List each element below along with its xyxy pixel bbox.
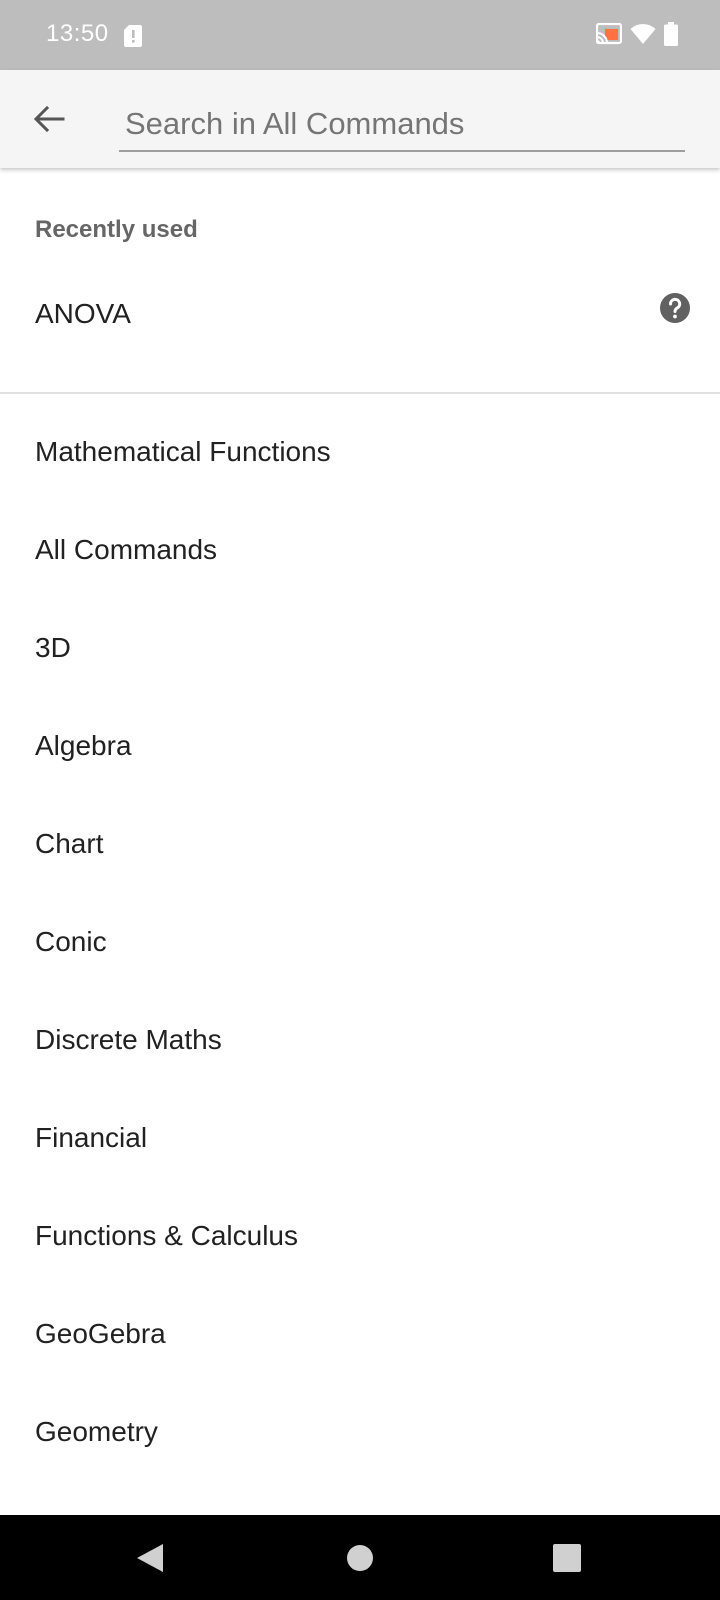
category-label: All Commands <box>35 534 218 565</box>
cast-icon <box>595 22 623 50</box>
category-label: GeoGebra <box>35 1318 166 1349</box>
category-list: Mathematical Functions All Commands 3D A… <box>0 394 720 1472</box>
category-item-geometry[interactable]: Geometry <box>0 1374 720 1472</box>
category-label: Financial <box>35 1122 148 1153</box>
wifi-icon <box>630 23 656 50</box>
category-item-functions-calculus[interactable]: Functions & Calculus <box>0 1178 720 1276</box>
status-icons <box>588 22 678 51</box>
battery-icon <box>664 22 678 51</box>
search-toolbar <box>0 70 720 168</box>
system-nav-bar <box>0 1515 720 1600</box>
category-item-algebra[interactable]: Algebra <box>0 688 720 786</box>
category-label: Chart <box>35 828 104 859</box>
category-label: Functions & Calculus <box>35 1220 299 1251</box>
recently-used-header: Recently used <box>35 216 198 243</box>
status-time: 13:50 <box>46 20 109 47</box>
nav-back-button[interactable] <box>100 1515 200 1600</box>
category-label: Discrete Maths <box>35 1024 222 1055</box>
nav-recents-icon <box>553 1543 581 1572</box>
nav-home-button[interactable] <box>310 1515 410 1600</box>
nav-back-icon <box>137 1543 163 1572</box>
arrow-left-icon <box>33 105 65 133</box>
recent-item-anova[interactable]: ANOVA <box>0 264 720 362</box>
category-item-discrete-maths[interactable]: Discrete Maths <box>0 982 720 1080</box>
category-label: Mathematical Functions <box>35 436 331 467</box>
nav-recents-button[interactable] <box>517 1515 617 1600</box>
status-bar: 13:50 <box>0 0 720 70</box>
category-item-3d[interactable]: 3D <box>0 590 720 688</box>
category-label: Geometry <box>35 1416 158 1447</box>
nav-home-icon <box>347 1544 373 1571</box>
category-item-geogebra[interactable]: GeoGebra <box>0 1276 720 1374</box>
sd-card-alert-icon <box>124 25 142 47</box>
category-label: Algebra <box>35 730 132 761</box>
category-label: Conic <box>35 926 107 957</box>
recent-item-label: ANOVA <box>35 298 131 329</box>
back-button[interactable] <box>24 94 74 144</box>
category-label: 3D <box>35 632 71 663</box>
search-input[interactable] <box>119 100 685 152</box>
category-item-all-commands[interactable]: All Commands <box>0 492 720 590</box>
category-item-financial[interactable]: Financial <box>0 1080 720 1178</box>
category-item-conic[interactable]: Conic <box>0 884 720 982</box>
category-item-chart[interactable]: Chart <box>0 786 720 884</box>
category-item-mathematical-functions[interactable]: Mathematical Functions <box>0 394 720 492</box>
command-list: Recently used ANOVA Mathematical Functio… <box>0 168 720 1515</box>
help-icon[interactable] <box>659 292 691 324</box>
